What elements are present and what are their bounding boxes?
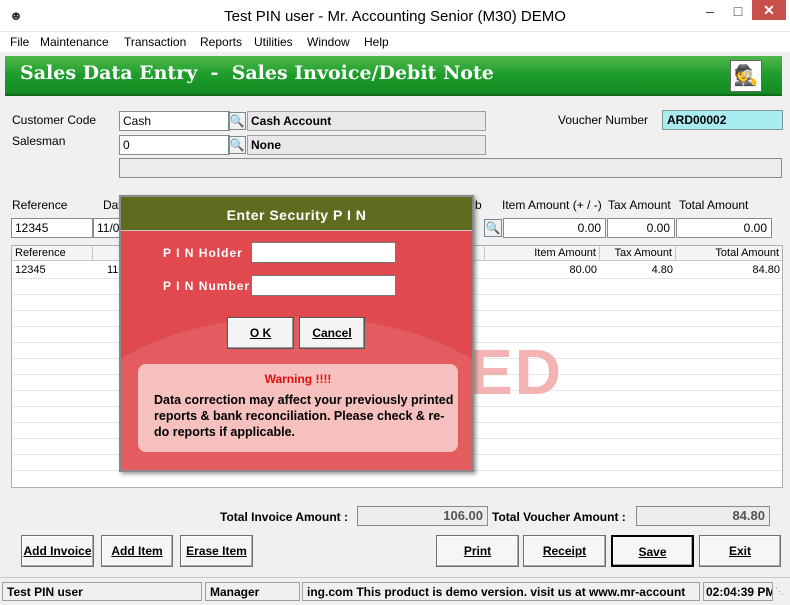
title-bar: Test PIN user - Mr. Accounting Senior (M… [0,0,790,32]
security-pin-dialog: Enter Security P I N P I N Holder P I N … [119,195,474,472]
pin-number-label: P I N Number [163,279,251,293]
menu-maintenance[interactable]: Maintenance [38,32,111,52]
resize-grip-icon[interactable]: ⋱ [775,586,784,597]
window-title: Test PIN user - Mr. Accounting Senior (M… [224,8,566,25]
total-invoice-value: 106.00 [357,506,488,526]
minimize-button[interactable]: – [696,0,724,22]
item-search-icon[interactable]: 🔍 [484,219,502,237]
status-time: 02:04:39 PM [703,582,773,601]
user-search-icon[interactable]: 🕵 [730,60,762,92]
menu-utilities[interactable]: Utilities [252,32,295,52]
item-amount-input[interactable]: 0.00 [503,218,606,238]
reference-col-label: Reference [12,198,68,212]
warning-text: Data correction may affect your previous… [154,393,454,439]
user-icon[interactable]: ☻ [8,8,24,24]
tax-amount-input[interactable]: 0.00 [607,218,675,238]
voucher-number-label: Voucher Number [558,113,649,127]
salesman-search-icon[interactable]: 🔍 [228,136,246,154]
salesman-input[interactable]: 0 [119,135,230,155]
grid-header-reference[interactable]: Reference [12,246,93,261]
customer-search-icon[interactable]: 🔍 [228,112,246,130]
total-voucher-value: 84.80 [636,506,770,526]
status-user: Test PIN user [2,582,202,601]
customer-name-field: Cash Account [247,111,486,131]
menu-help[interactable]: Help [362,32,391,52]
menu-window[interactable]: Window [305,32,352,52]
total-amount-col-label: Total Amount [679,198,749,212]
add-item-button[interactable]: Add Item [101,535,173,567]
row-reference: 12345 [15,264,46,276]
receipt-button[interactable]: Receipt [523,535,606,567]
maximize-button[interactable]: □ [724,0,752,22]
print-button[interactable]: Print [436,535,519,567]
pin-holder-input[interactable] [251,242,396,263]
total-amount-input[interactable]: 0.00 [676,218,772,238]
remarks-field[interactable] [119,158,782,178]
ok-button[interactable]: O K [227,317,294,349]
cancel-button[interactable]: Cancel [299,317,365,349]
save-button[interactable]: Save [611,535,694,567]
page-header: Sales Data Entry - Sales Invoice/Debit N… [5,56,782,96]
page-title: Sales Data Entry - Sales Invoice/Debit N… [20,62,494,84]
status-message: ing.com This product is demo version. vi… [302,582,700,601]
status-role: Manager [205,582,300,601]
reference-input[interactable]: 12345 [11,218,93,238]
tb-col-label: b [475,198,482,212]
menu-file[interactable]: File [8,32,31,52]
add-invoice-button[interactable]: Add Invoice [21,535,94,567]
warning-box: Warning !!!! Data correction may affect … [138,364,458,452]
pin-holder-label: P I N Holder [163,246,243,260]
voucher-number-field: ARD00002 [662,110,783,130]
row-total-amount: 84.80 [752,264,780,276]
close-button[interactable]: ✕ [752,0,786,20]
erase-item-button[interactable]: Erase Item [180,535,253,567]
salesman-label: Salesman [12,134,66,148]
grid-header-tax-amount[interactable]: Tax Amount [600,246,676,261]
status-watermark: ED [470,336,563,408]
total-voucher-label: Total Voucher Amount : [492,510,626,524]
status-bar: Test PIN user Manager ing.com This produ… [0,577,790,605]
grid-header-item-amount[interactable]: Item Amount [485,246,600,261]
item-amount-col-label: Item Amount (+ / -) [502,198,602,212]
menu-reports[interactable]: Reports [198,32,244,52]
salesman-name-field: None [247,135,486,155]
menu-transaction[interactable]: Transaction [122,32,188,52]
warning-title: Warning !!!! [264,372,332,386]
grid-header-total-amount[interactable]: Total Amount [676,246,782,261]
tax-amount-col-label: Tax Amount [608,198,671,212]
customer-code-label: Customer Code [12,113,97,127]
row-tax-amount: 4.80 [651,264,673,276]
row-item-amount: 80.00 [569,264,597,276]
dialog-title: Enter Security P I N [121,197,472,231]
pin-number-input[interactable] [251,275,396,296]
exit-button[interactable]: Exit [699,535,781,567]
menu-bar: File Maintenance Transaction Reports Uti… [0,32,790,52]
customer-code-input[interactable]: Cash [119,111,230,131]
total-invoice-label: Total Invoice Amount : [220,510,348,524]
